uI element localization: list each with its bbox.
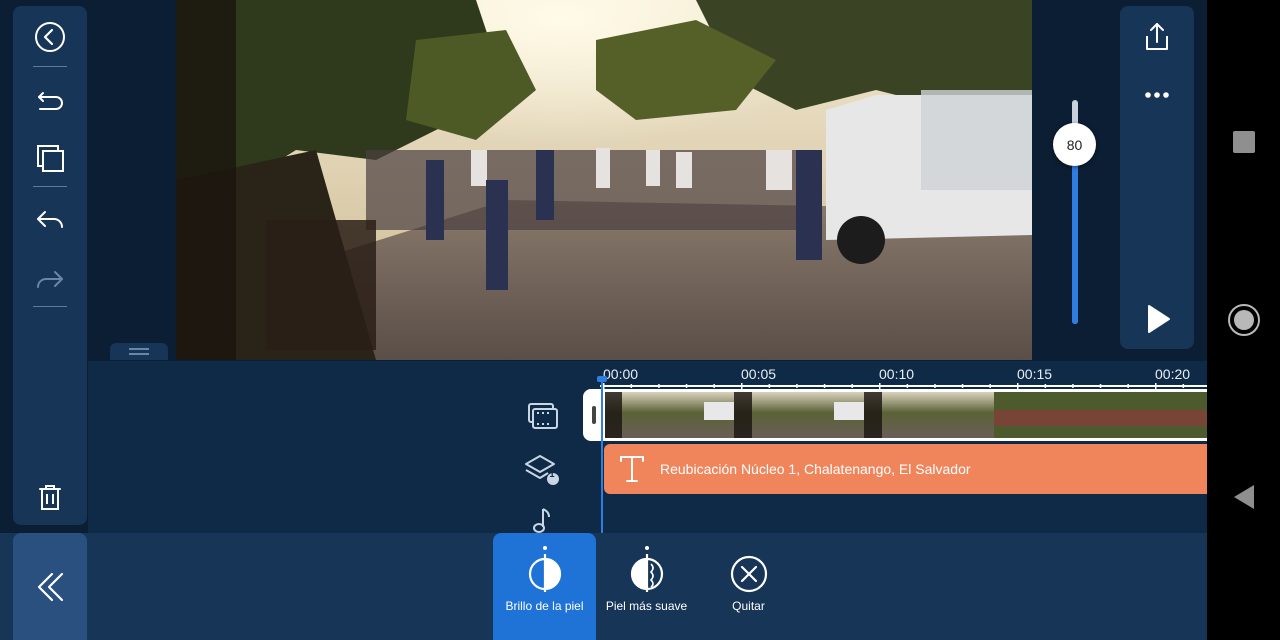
playhead-cap[interactable] <box>597 376 607 382</box>
video-frame <box>176 0 1032 360</box>
divider <box>33 186 67 187</box>
back-button[interactable] <box>1207 472 1280 522</box>
back-circle-icon <box>35 22 65 52</box>
recents-button[interactable] <box>1207 117 1280 167</box>
video-editor-app: 80 00:00 00:05 00:10 00:15 00:20 1 Reubi… <box>0 0 1280 640</box>
skin-brightness-icon <box>528 546 561 592</box>
ruler-tick <box>713 384 715 388</box>
media-track-button[interactable] <box>520 396 564 436</box>
ruler-tick <box>823 384 826 388</box>
text-type-icon <box>604 444 660 494</box>
right-toolbar <box>1120 6 1194 349</box>
redo-icon <box>37 271 63 288</box>
ruler-label: 00:15 <box>1017 366 1053 382</box>
ruler-tick <box>1182 384 1185 388</box>
redo-button[interactable] <box>13 254 87 304</box>
back-circle-button[interactable] <box>13 12 87 62</box>
tool-label: Quitar <box>732 599 765 613</box>
ruler-tick <box>768 384 771 388</box>
share-export-button[interactable] <box>1120 12 1194 62</box>
ruler-tick <box>1099 384 1102 388</box>
play-icon <box>1148 305 1170 333</box>
home-button[interactable] <box>1207 295 1280 345</box>
ruler-tick <box>796 384 798 388</box>
back-triangle-icon <box>1233 485 1254 509</box>
remove-circle-icon <box>730 555 767 593</box>
more-options-button[interactable] <box>1120 70 1194 120</box>
double-chevron-left-icon <box>37 572 64 601</box>
tool-remove[interactable]: Quitar <box>697 533 800 640</box>
reply-icon <box>37 211 63 228</box>
home-circle-icon <box>1227 304 1260 336</box>
duplicate-icon <box>37 145 64 172</box>
layer-count-badge: 1 <box>549 469 555 479</box>
ruler-tick <box>989 384 991 388</box>
ruler-tick <box>630 384 633 388</box>
ruler-tick <box>1044 384 1047 388</box>
ruler-tick <box>934 384 936 388</box>
tool-label: Piel más suave <box>605 599 688 613</box>
undo-button[interactable] <box>13 73 87 123</box>
text-clip-label: Reubicación Núcleo 1, Chalatenango, El S… <box>660 461 971 477</box>
reply-button[interactable] <box>13 194 87 244</box>
recents-square-icon <box>1232 131 1255 153</box>
playhead[interactable] <box>601 380 603 533</box>
level-slider-fill <box>1072 144 1078 324</box>
video-preview[interactable] <box>176 0 1032 360</box>
share-export-icon <box>1146 23 1168 50</box>
ruler-tick <box>658 384 660 388</box>
music-track-button[interactable] <box>520 500 564 533</box>
media-track-icon <box>528 403 558 429</box>
tool-skin-brightness[interactable]: Brillo de la piel <box>493 533 596 640</box>
level-slider-knob[interactable]: 80 <box>1053 123 1096 167</box>
left-toolbar <box>13 6 87 525</box>
play-button[interactable] <box>1120 294 1194 344</box>
android-nav-bar <box>1207 0 1280 640</box>
ruler-label: 00:10 <box>879 366 915 382</box>
layer-track-button[interactable]: 1 <box>520 450 564 490</box>
ruler-label: 00:00 <box>603 366 639 382</box>
divider <box>33 306 67 307</box>
ruler-label: 00:20 <box>1155 366 1191 382</box>
text-clip[interactable]: Reubicación Núcleo 1, Chalatenango, El S… <box>604 444 1207 494</box>
more-options-icon <box>1145 92 1169 98</box>
ruler-tick <box>851 384 853 388</box>
level-slider-value: 80 <box>1066 136 1083 153</box>
music-track-icon <box>533 507 550 533</box>
video-clip-thumbnails <box>604 392 1207 438</box>
ruler-label: 00:05 <box>741 366 777 382</box>
ruler-tick <box>961 384 964 388</box>
duplicate-button[interactable] <box>13 133 87 183</box>
delete-button[interactable] <box>13 472 87 522</box>
ruler-tick <box>1072 384 1074 388</box>
tool-skin-smooth[interactable]: Piel más suave <box>595 533 698 640</box>
undo-icon <box>38 92 63 110</box>
skin-smooth-icon <box>630 546 663 592</box>
collapse-back-button[interactable] <box>13 533 87 640</box>
tool-label: Brillo de la piel <box>505 599 584 613</box>
trash-icon <box>39 485 61 510</box>
ruler-tick <box>906 384 909 388</box>
ruler-tick <box>1127 384 1129 388</box>
ruler-tick <box>685 384 688 388</box>
timeline-drag-handle[interactable] <box>110 343 168 360</box>
divider <box>33 66 67 67</box>
ruler-baseline <box>600 385 1207 387</box>
